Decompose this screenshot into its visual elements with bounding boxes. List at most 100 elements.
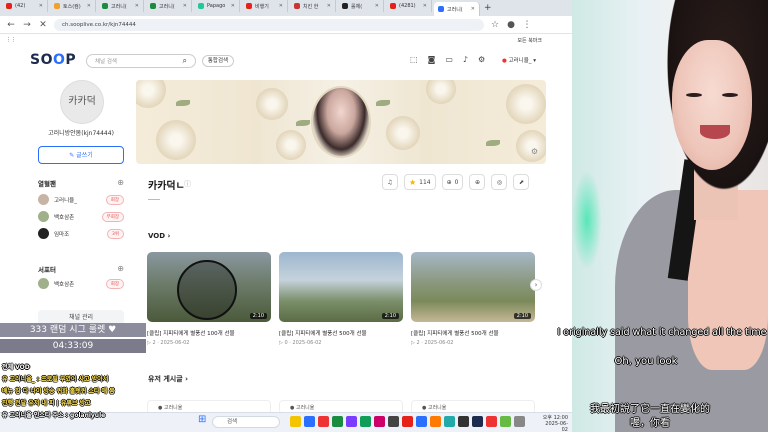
taskbar-app-icon[interactable]: [500, 416, 511, 427]
fan-item[interactable]: 임마조 3위: [38, 228, 124, 239]
tab-close-icon[interactable]: ✕: [39, 3, 43, 9]
browser-tab[interactable]: 토스(컴) ✕: [50, 0, 96, 12]
tab-close-icon[interactable]: ✕: [279, 3, 283, 9]
share-button[interactable]: ⬈: [513, 174, 530, 190]
url-input[interactable]: ch.sooplive.co.kr/kjn74444: [54, 18, 484, 31]
notification-icon[interactable]: ♪: [463, 55, 468, 64]
browser-tab[interactable]: Papago ✕: [194, 0, 240, 12]
stream-timer: 04:33:09: [0, 339, 146, 353]
subscribe-button[interactable]: ⊕ 0: [441, 174, 464, 190]
taskbar-app-icon[interactable]: [346, 416, 357, 427]
taskbar-app-icon[interactable]: [374, 416, 385, 427]
taskbar-app-icon[interactable]: [514, 416, 525, 427]
vod-section-title[interactable]: VOD ›: [148, 232, 170, 240]
taskbar-app-icon[interactable]: [388, 416, 399, 427]
fan-item[interactable]: 백호삼촌 부회장: [38, 211, 124, 222]
message-icon[interactable]: ▭: [445, 55, 453, 64]
taskbar-app-icon[interactable]: [486, 416, 497, 427]
browser-tab[interactable]: 고러니(✕: [98, 0, 144, 12]
windows-start-icon[interactable]: ⊞: [198, 414, 206, 425]
supporter-expand-icon[interactable]: ⊕: [117, 264, 124, 274]
browser-tab[interactable]: (4281) ✕: [386, 0, 432, 12]
tab-close-icon[interactable]: ✕: [375, 3, 379, 9]
user-menu[interactable]: ● 고러니율_ ▾: [502, 56, 536, 64]
vod-thumbnail[interactable]: 2:10: [147, 252, 271, 322]
tab-favicon-icon: [150, 3, 156, 9]
board-author: 고러니율: [163, 405, 183, 411]
broadcast-icon[interactable]: ⬚: [410, 55, 418, 64]
taskbar-app-icon[interactable]: [360, 416, 371, 427]
search-icon[interactable]: ⌕: [183, 56, 187, 66]
taskbar-app-icon[interactable]: [402, 416, 413, 427]
taskbar-app-icon[interactable]: [332, 416, 343, 427]
vod-title[interactable]: [클립] 지피티에게 별풍선 100개 선물: [147, 329, 271, 337]
browser-tab[interactable]: 고러니(✕: [146, 0, 192, 12]
settings-icon[interactable]: ⚙: [478, 55, 485, 64]
camera-icon[interactable]: ◙: [428, 55, 436, 64]
chat-line: 진행 전달 유저 내 피 | 유튜브 방고: [2, 400, 91, 407]
soop-logo[interactable]: SOOP: [30, 52, 76, 68]
new-tab-button[interactable]: +: [484, 3, 492, 13]
vod-thumbnail[interactable]: 2:10: [279, 252, 403, 322]
tab-favicon-icon: [246, 3, 252, 9]
bookmarks-bar: ⋮⋮ 모든 북마크: [0, 34, 572, 46]
tab-favicon-icon: [54, 3, 60, 9]
taskbar-app-icon[interactable]: [444, 416, 455, 427]
webcam-eye: [686, 93, 702, 97]
taskbar-app-icon[interactable]: [318, 416, 329, 427]
extension-icon[interactable]: ☆: [490, 20, 500, 30]
favorite-button[interactable]: ★ 114: [404, 174, 436, 190]
browser-tab[interactable]: 고러니(✕: [434, 2, 480, 16]
profile-icon[interactable]: ●: [506, 20, 516, 30]
tab-close-icon[interactable]: ✕: [327, 3, 331, 9]
taskbar-app-icon[interactable]: [304, 416, 315, 427]
bookmark-folder[interactable]: 모든 북마크: [517, 37, 542, 44]
channel-avatar[interactable]: 카카덕: [60, 80, 104, 124]
address-bar-row: ← → ✕ ch.sooplive.co.kr/kjn74444 ☆ ● ⋮: [0, 16, 572, 34]
vod-title[interactable]: [클립] 지피티에게 별풍선 500개 선물: [279, 329, 403, 337]
taskbar-app-icon[interactable]: [472, 416, 483, 427]
chat-icon: ◎: [496, 178, 503, 186]
gift-button[interactable]: ⊕: [469, 174, 486, 190]
browser-tab[interactable]: 치킨 한 ✕: [290, 0, 336, 12]
tab-close-icon[interactable]: ✕: [231, 3, 235, 9]
supporter-item[interactable]: 백호삼촌 회장: [38, 278, 124, 289]
channel-search-input[interactable]: 채널 검색 ⌕: [86, 54, 196, 68]
vod-duration: 2:10: [381, 313, 399, 319]
tab-close-icon[interactable]: ✕: [135, 3, 139, 9]
info-icon[interactable]: ⓘ: [184, 179, 191, 189]
taskbar-app-icon[interactable]: [430, 416, 441, 427]
back-icon[interactable]: ←: [6, 20, 16, 30]
tab-close-icon[interactable]: ✕: [87, 3, 91, 9]
chat-button[interactable]: ◎: [491, 174, 508, 190]
browser-tab[interactable]: 롤체( ✕: [338, 0, 384, 12]
close-icon[interactable]: ✕: [38, 20, 48, 30]
fanclub-expand-icon[interactable]: ⊕: [117, 178, 124, 188]
fan-item[interactable]: 고러니율_ 회장: [38, 194, 124, 205]
taskbar-app-icon[interactable]: [416, 416, 427, 427]
vod-title[interactable]: [클립] 지피티에게 별풍선 500개 선물: [411, 329, 535, 337]
browser-tab[interactable]: 비행기 ✕: [242, 0, 288, 12]
taskbar-app-icon[interactable]: [290, 416, 301, 427]
taskbar-search[interactable]: 검색: [212, 416, 280, 428]
vod-date: 2025-06-02: [424, 340, 454, 346]
taskbar-app-icon[interactable]: [458, 416, 469, 427]
menu-icon[interactable]: ⋮: [522, 20, 532, 30]
notification-bell-button[interactable]: ♫: [382, 174, 398, 190]
board-section-title[interactable]: 유저 게시글 ›: [148, 374, 188, 384]
vod-thumbnail[interactable]: 2:10: [411, 252, 535, 322]
write-post-button[interactable]: ✎ 글쓰기: [38, 146, 124, 164]
search-all-button[interactable]: 통합검색: [202, 55, 234, 67]
rank-badge: 회장: [105, 194, 124, 205]
browser-tab[interactable]: (42) ✕: [2, 0, 48, 12]
next-arrow-icon[interactable]: ›: [530, 279, 542, 291]
tab-close-icon[interactable]: ✕: [183, 3, 187, 9]
tab-close-icon[interactable]: ✕: [423, 3, 427, 9]
forward-icon[interactable]: →: [22, 20, 32, 30]
banner-edit-icon[interactable]: ⚙: [531, 147, 538, 156]
subtitle-english-1: I originally said what it changed all th…: [557, 327, 767, 338]
apps-grid-icon[interactable]: ⋮⋮: [6, 37, 16, 43]
tab-label: 롤체(: [351, 3, 363, 10]
tab-close-icon[interactable]: ✕: [471, 6, 475, 12]
banner-leaf: [376, 100, 390, 106]
